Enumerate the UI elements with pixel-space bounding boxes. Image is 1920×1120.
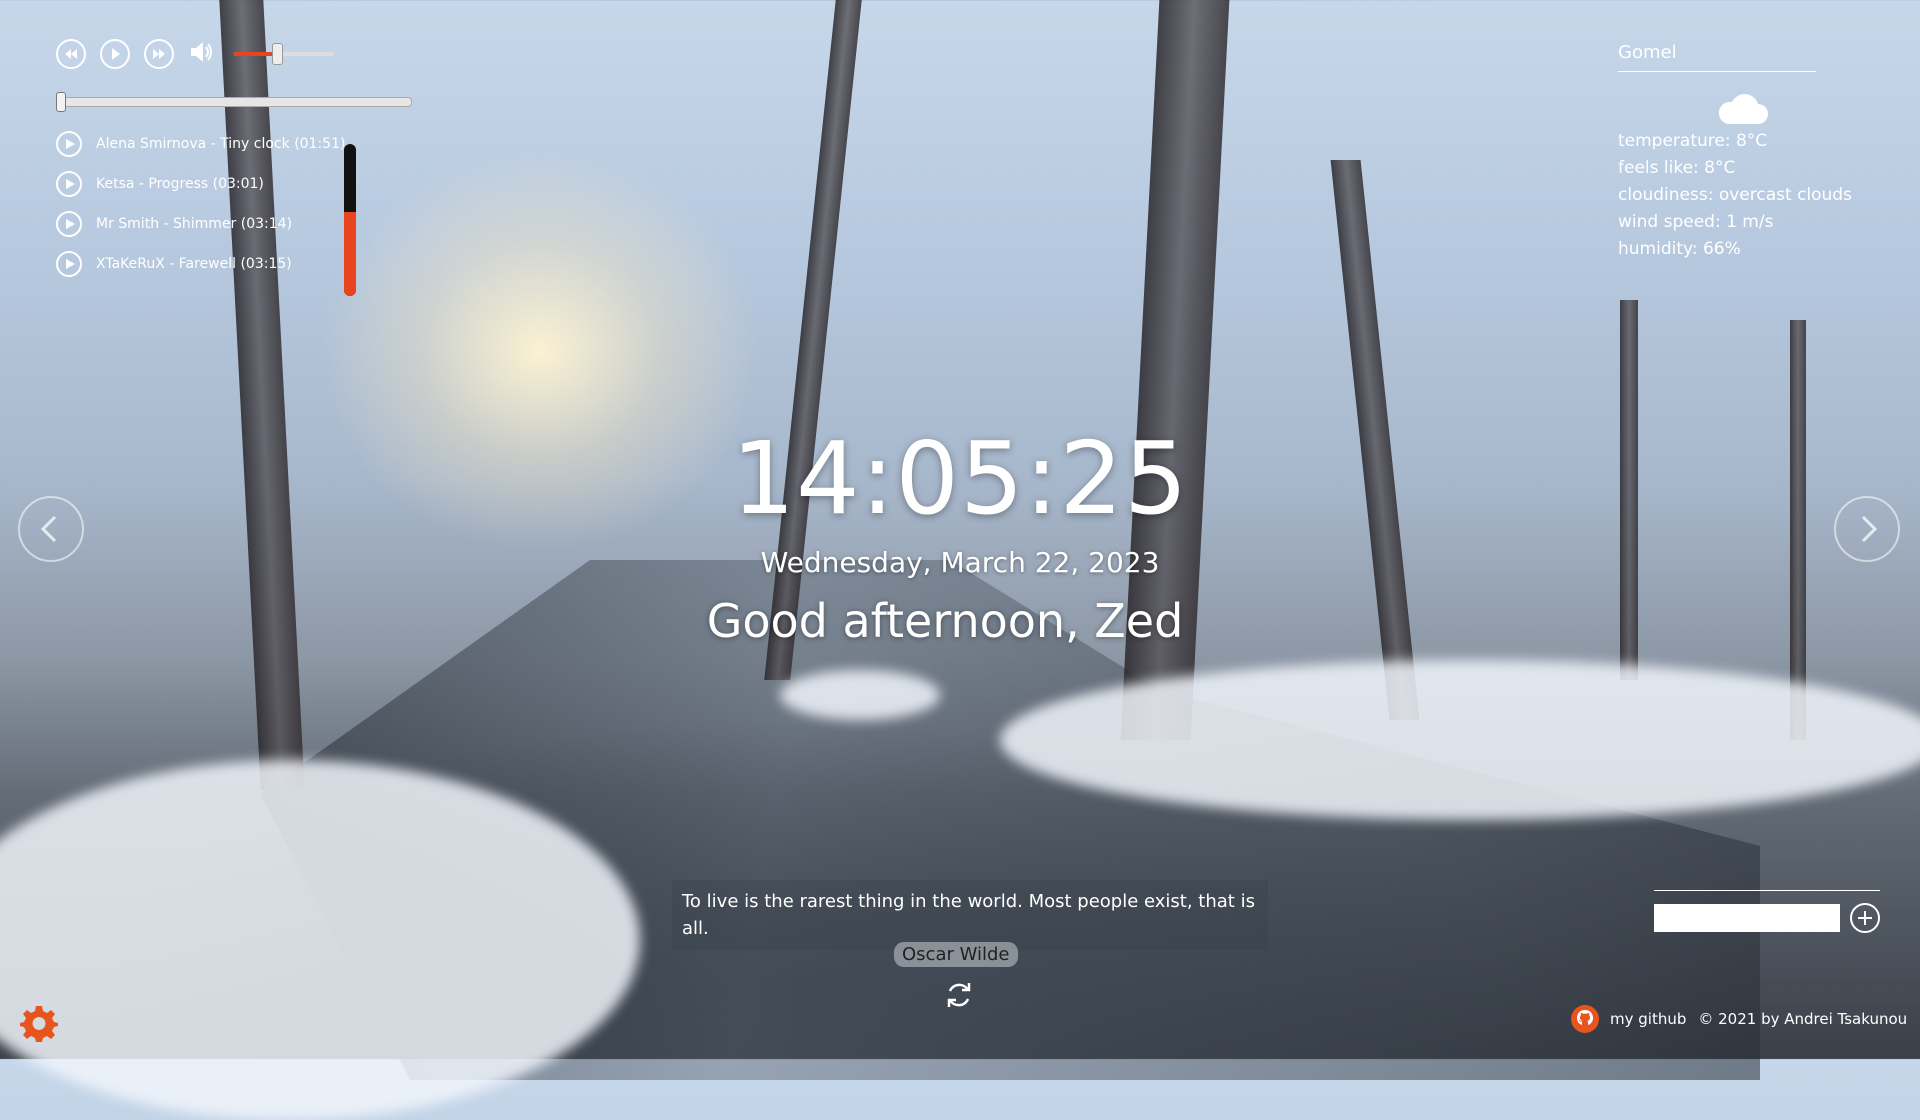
todo-input[interactable] [1654,904,1840,932]
weather-humidity: humidity: 66% [1618,239,1741,259]
play-icon [66,139,75,149]
settings-button[interactable] [20,1004,58,1042]
refresh-quote-button[interactable] [942,978,976,1012]
copyright-text: © 2021 by Andrei Tsakunou [1698,1010,1908,1028]
rewind-icon [65,49,77,59]
gear-icon [20,1006,58,1042]
play-icon [66,219,75,229]
previous-background-button[interactable] [18,496,84,562]
cloud-icon [1714,92,1770,128]
quote-text: To live is the rarest thing in the world… [672,880,1268,950]
todo-input-row [1654,903,1880,933]
audio-visualizer-fill [344,212,356,296]
progress-bar[interactable] [56,92,412,112]
volume-thumb[interactable] [272,43,283,65]
github-link[interactable]: my github [1610,1010,1686,1028]
playlist-item[interactable]: XTaKeRuX - Farewell (03:15) [56,244,416,284]
track-play-button[interactable] [56,131,82,157]
play-button[interactable] [100,39,130,69]
chevron-right-icon [1861,515,1878,543]
weather-widget: Gomel temperature: 8°C feels like: 8°C c… [1618,42,1890,263]
play-icon [66,259,75,269]
playlist-item[interactable]: Alena Smirnova - Tiny clock (01:51) [56,124,416,164]
weather-feels-like: feels like: 8°C [1618,158,1736,178]
play-icon [66,179,75,189]
weather-wind-speed: wind speed: 1 m/s [1618,212,1774,232]
footer: my github © 2021 by Andrei Tsakunou [1570,1004,1907,1034]
play-icon [112,48,120,60]
todo-widget [1654,890,1880,933]
volume-slider[interactable] [234,43,334,65]
track-title: XTaKeRuX - Farewell (03:15) [96,256,292,272]
clock-time: 14:05:25 [731,420,1189,537]
volume-fill [234,52,276,56]
city-name[interactable]: Gomel [1618,42,1816,72]
plus-icon [1858,911,1872,925]
playlist: Alena Smirnova - Tiny clock (01:51) Kets… [56,124,416,284]
refresh-icon [947,983,971,1007]
progress-track [56,97,412,107]
next-background-button[interactable] [1834,496,1900,562]
track-title: Ketsa - Progress (03:01) [96,176,264,192]
add-todo-button[interactable] [1850,903,1880,933]
github-icon[interactable] [1570,1004,1600,1034]
track-title: Alena Smirnova - Tiny clock (01:51) [96,136,346,152]
snow-bank [0,760,640,1120]
previous-track-button[interactable] [56,39,86,69]
chevron-left-icon [40,515,57,543]
weather-cloudiness: cloudiness: overcast clouds [1618,185,1852,205]
track-title: Mr Smith - Shimmer (03:14) [96,216,293,232]
audio-visualizer-bar [344,144,356,296]
fast-forward-icon [153,49,165,59]
progress-thumb[interactable] [56,92,66,112]
quote-author: Oscar Wilde [894,942,1018,967]
playlist-item[interactable]: Ketsa - Progress (03:01) [56,164,416,204]
track-play-button[interactable] [56,251,82,277]
todo-divider [1654,890,1880,891]
volume-button[interactable] [188,38,216,70]
track-play-button[interactable] [56,211,82,237]
audio-player: Alena Smirnova - Tiny clock (01:51) Kets… [56,36,416,284]
weather-temperature: temperature: 8°C [1618,131,1768,151]
next-track-button[interactable] [144,39,174,69]
player-controls [56,36,416,72]
snow-bank [1000,660,1920,820]
greeting-text[interactable]: Good afternoon, Zed [0,594,1890,648]
track-play-button[interactable] [56,171,82,197]
clock-date: Wednesday, March 22, 2023 [760,546,1160,579]
snow-bank [780,670,940,720]
playlist-item[interactable]: Mr Smith - Shimmer (03:14) [56,204,416,244]
speaker-icon [191,42,212,62]
